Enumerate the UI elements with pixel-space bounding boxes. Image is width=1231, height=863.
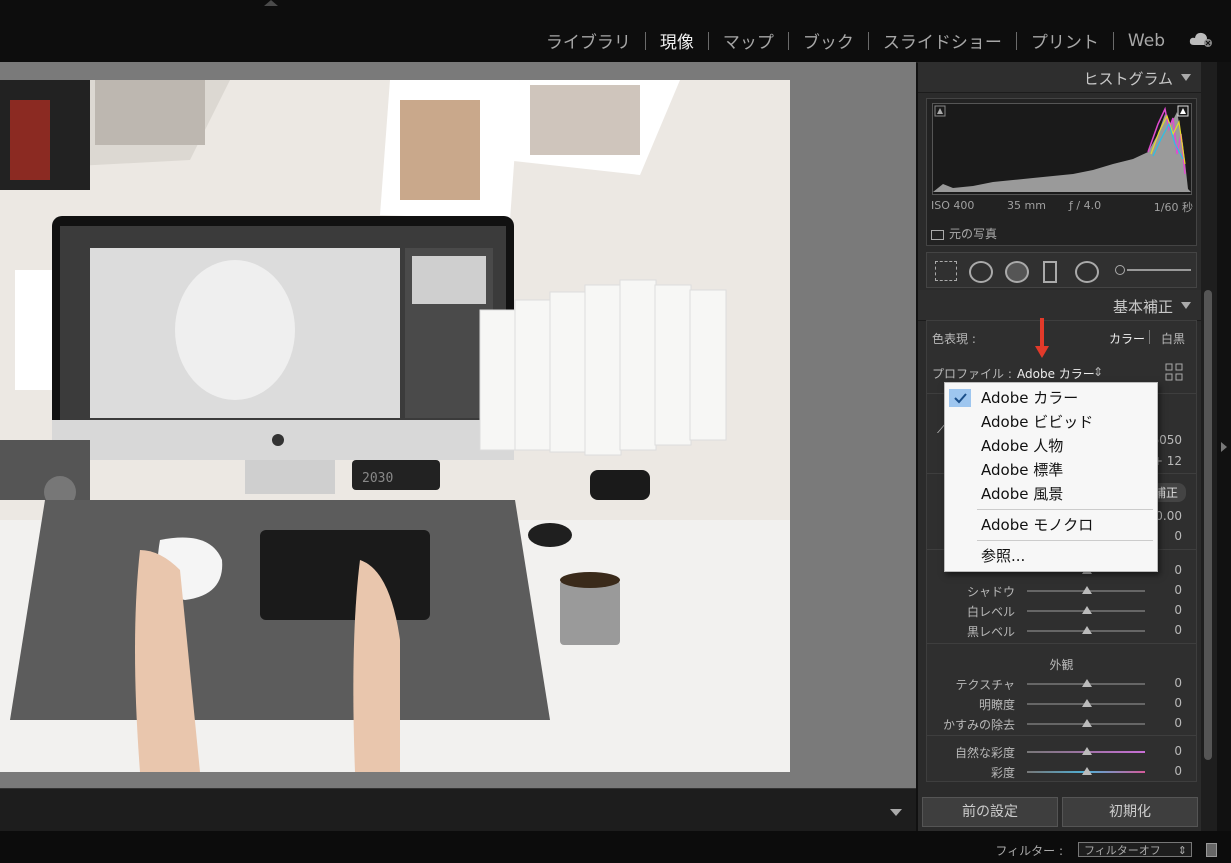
blacks-slider[interactable] bbox=[1027, 626, 1145, 634]
right-edge-strip bbox=[1217, 62, 1231, 832]
profile-dropdown-menu: Adobe カラー Adobe ビビッド Adobe 人物 Adobe 標準 A… bbox=[944, 382, 1158, 572]
profile-option[interactable]: Adobe モノクロ bbox=[945, 514, 1157, 536]
filmstrip-toggle-icon[interactable] bbox=[890, 809, 902, 816]
texture-slider[interactable] bbox=[1027, 679, 1145, 687]
updown-icon: ⇕ bbox=[1177, 844, 1187, 857]
presence-title: 外観 bbox=[1049, 658, 1074, 672]
vibrance-slider[interactable] bbox=[1027, 747, 1145, 755]
top-panel-toggle-icon[interactable] bbox=[264, 0, 278, 6]
profile-option[interactable]: Adobe 人物 bbox=[945, 435, 1157, 457]
profile-option[interactable]: Adobe カラー bbox=[945, 387, 1157, 409]
focal-length-value: 35 mm bbox=[1007, 199, 1046, 212]
histogram-graph[interactable] bbox=[932, 103, 1192, 195]
color-option[interactable]: カラー bbox=[1109, 330, 1145, 347]
filter-select[interactable]: フィルターオフ ⇕ bbox=[1078, 842, 1192, 857]
saturation-slider[interactable] bbox=[1027, 767, 1145, 775]
profile-browser-icon[interactable] bbox=[1165, 363, 1183, 381]
module-picker: ライブラリ 現像 マップ ブック スライドショー プリント Web bbox=[546, 28, 1165, 54]
filmstrip-bar bbox=[0, 788, 916, 831]
filter-label: フィルター : bbox=[995, 844, 1063, 858]
brush-icon[interactable] bbox=[1115, 265, 1125, 275]
cloud-sync-icon[interactable] bbox=[1189, 31, 1213, 47]
histogram-panel: ISO 400 35 mm ƒ / 4.0 1/60 秒 元の写真 bbox=[926, 98, 1197, 246]
basic-header[interactable]: 基本補正 bbox=[918, 290, 1201, 321]
basic-title: 基本補正 bbox=[1112, 298, 1173, 316]
clock-display: 2030 bbox=[362, 471, 393, 486]
annotation-arrow-head bbox=[1035, 346, 1049, 358]
module-book[interactable]: ブック bbox=[803, 28, 854, 53]
checkmark-icon bbox=[949, 389, 971, 407]
lock-icon[interactable] bbox=[1206, 843, 1217, 857]
clarity-slider[interactable] bbox=[1027, 699, 1145, 707]
reset-button[interactable]: 初期化 bbox=[1062, 797, 1198, 827]
whites-slider[interactable] bbox=[1027, 606, 1145, 614]
iso-value: ISO 400 bbox=[931, 199, 975, 212]
photo-image: 2030 bbox=[0, 80, 790, 772]
histogram-header[interactable]: ヒストグラム bbox=[918, 62, 1201, 93]
module-slideshow[interactable]: スライドショー bbox=[883, 28, 1002, 53]
aperture-value: ƒ / 4.0 bbox=[1069, 199, 1102, 212]
histogram-title: ヒストグラム bbox=[1083, 70, 1173, 88]
scroll-thumb[interactable] bbox=[1204, 290, 1212, 760]
spot-removal-icon[interactable] bbox=[969, 261, 993, 283]
graduated-filter-icon[interactable] bbox=[1043, 261, 1057, 283]
shutter-value: 1/60 秒 bbox=[1153, 201, 1193, 214]
module-web[interactable]: Web bbox=[1128, 31, 1165, 51]
dehaze-slider[interactable] bbox=[1027, 719, 1145, 727]
collapse-icon[interactable] bbox=[1181, 302, 1191, 309]
collapse-icon[interactable] bbox=[1181, 74, 1191, 81]
panel-toggle-icon[interactable] bbox=[1221, 442, 1227, 452]
module-develop[interactable]: 現像 bbox=[660, 28, 694, 53]
bw-option[interactable]: 白黒 bbox=[1161, 330, 1185, 347]
tool-strip bbox=[926, 252, 1197, 288]
photo-preview[interactable]: 2030 bbox=[0, 80, 790, 772]
profile-option[interactable]: Adobe 標準 bbox=[945, 459, 1157, 481]
module-map[interactable]: マップ bbox=[723, 28, 774, 53]
brush-size-slider[interactable] bbox=[1127, 269, 1191, 271]
treatment-label: 色表現 : bbox=[932, 332, 976, 346]
profile-option[interactable]: Adobe ビビッド bbox=[945, 411, 1157, 433]
updown-icon[interactable]: ⇕ bbox=[1093, 365, 1103, 379]
crop-icon[interactable] bbox=[935, 261, 957, 281]
profile-select[interactable]: Adobe カラー bbox=[1017, 365, 1095, 382]
previous-settings-button[interactable]: 前の設定 bbox=[922, 797, 1058, 827]
shadows-slider[interactable] bbox=[1027, 586, 1145, 594]
redeye-icon[interactable] bbox=[1005, 261, 1029, 283]
profile-option[interactable]: Adobe 風景 bbox=[945, 483, 1157, 505]
browse-option[interactable]: 参照... bbox=[945, 545, 1157, 567]
profile-label: プロファイル : bbox=[932, 367, 1012, 381]
original-photo-toggle[interactable]: 元の写真 bbox=[931, 225, 997, 242]
radial-filter-icon[interactable] bbox=[1075, 261, 1099, 283]
checkbox-icon[interactable] bbox=[931, 229, 944, 240]
module-bar: ライブラリ 現像 マップ ブック スライドショー プリント Web bbox=[0, 0, 1231, 63]
module-print[interactable]: プリント bbox=[1031, 28, 1099, 53]
module-library[interactable]: ライブラリ bbox=[546, 28, 631, 53]
